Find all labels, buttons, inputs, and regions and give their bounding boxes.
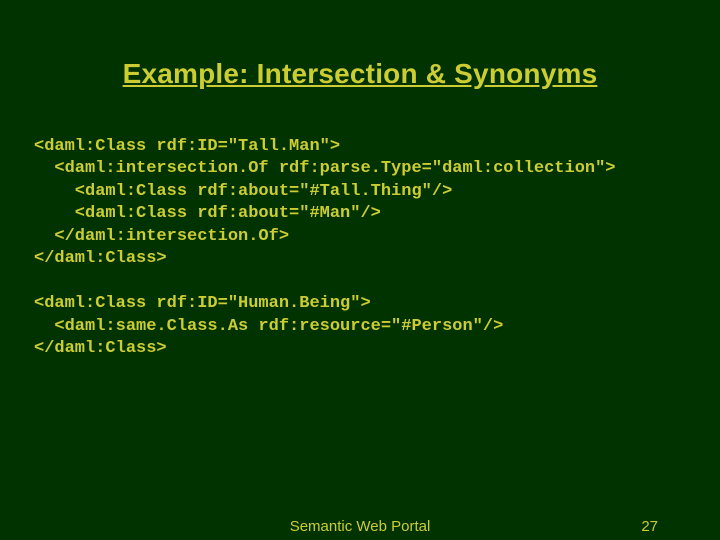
slide: Example: Intersection & Synonyms <daml:C… [0, 0, 720, 540]
code-block: <daml:Class rdf:ID="Tall.Man"> <daml:int… [0, 98, 720, 360]
footer-center-text: Semantic Web Portal [290, 518, 431, 535]
slide-title: Example: Intersection & Synonyms [0, 0, 720, 98]
page-number: 27 [641, 518, 658, 535]
